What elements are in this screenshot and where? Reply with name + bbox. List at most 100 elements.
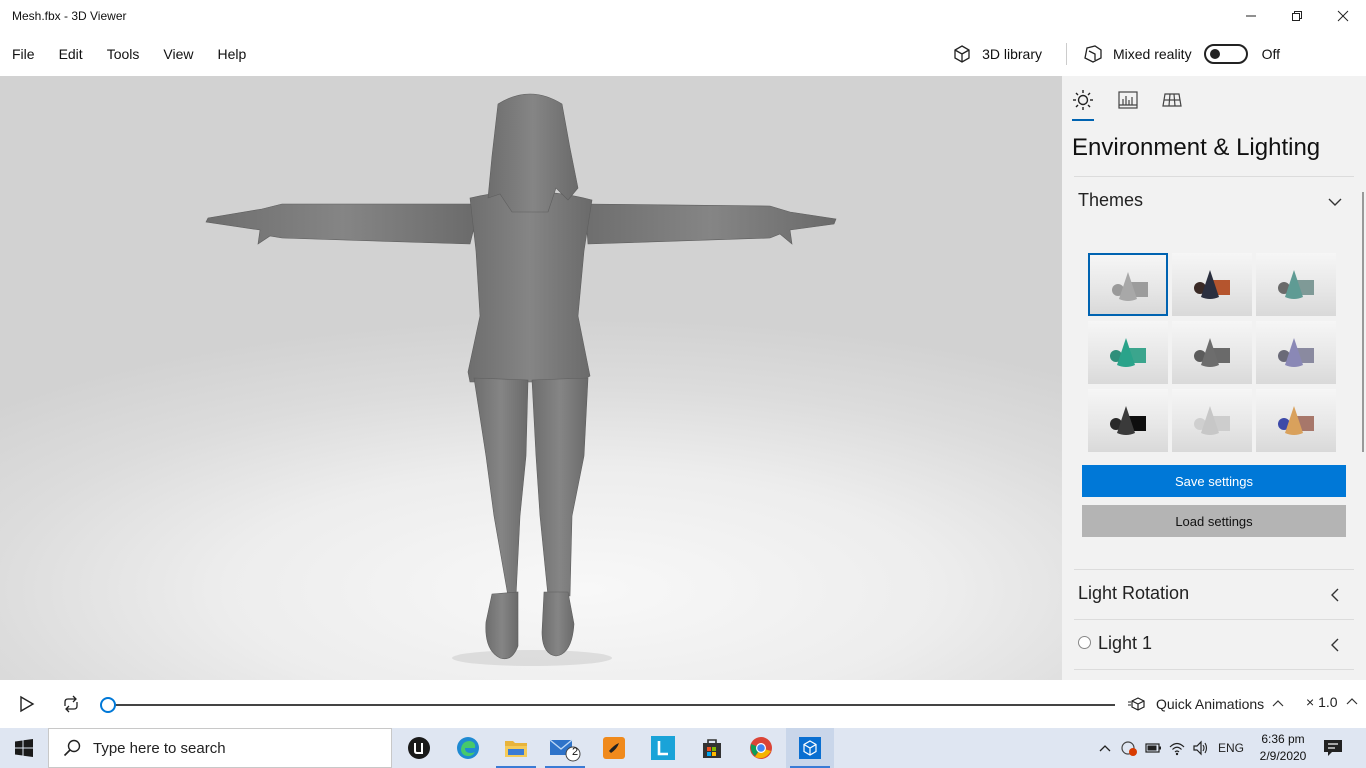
timeline-thumb[interactable] [100, 697, 116, 713]
3d-library-label: 3D library [982, 46, 1042, 62]
theme-option[interactable] [1088, 321, 1168, 384]
chrome-logo-icon [750, 737, 772, 759]
theme-option[interactable] [1088, 389, 1168, 452]
sun-icon [1073, 90, 1093, 110]
theme-option[interactable] [1256, 253, 1336, 316]
light1-radio[interactable] [1078, 636, 1091, 649]
3d-viewer-app[interactable] [786, 728, 834, 768]
mail-app[interactable]: 2 [541, 728, 589, 768]
file-explorer-app[interactable] [492, 728, 540, 768]
loop-icon[interactable] [61, 694, 81, 714]
chevron-left-icon[interactable] [1327, 637, 1343, 653]
edge-logo-icon [457, 737, 479, 759]
action-center-button[interactable] [1310, 728, 1356, 768]
taskbar-search[interactable]: Type here to search [48, 728, 392, 768]
taskbar-clock[interactable]: 6:36 pm 2/9/2020 [1258, 731, 1308, 765]
divider [1074, 569, 1354, 570]
menu-file[interactable]: File [0, 32, 47, 76]
chevron-up-icon [1346, 698, 1357, 705]
theme-option[interactable] [1088, 253, 1168, 316]
theme-option[interactable] [1172, 253, 1252, 316]
theme-thumbnail [1110, 406, 1146, 435]
theme-option[interactable] [1256, 389, 1336, 452]
light-rotation-header[interactable]: Light Rotation [1078, 583, 1189, 604]
volume-icon[interactable] [1192, 739, 1210, 757]
battery-icon[interactable] [1144, 739, 1162, 757]
mail-badge: 2 [572, 746, 579, 758]
store-app[interactable] [688, 728, 736, 768]
launcher-app[interactable] [639, 728, 687, 768]
menu-help[interactable]: Help [205, 32, 258, 76]
active-tab-indicator [1072, 119, 1094, 121]
load-settings-button[interactable]: Load settings [1082, 505, 1346, 537]
edge-app[interactable] [444, 728, 492, 768]
search-icon [63, 739, 81, 757]
minimize-icon [1246, 15, 1256, 17]
menu-bar: File Edit Tools View Help 3D library Mix… [0, 32, 1366, 76]
speed-selector[interactable]: × 1.0 [1306, 694, 1358, 710]
start-button[interactable] [0, 728, 48, 768]
theme-thumbnail [1278, 406, 1314, 435]
notification-icon [1324, 740, 1342, 756]
mixed-reality-label: Mixed reality [1112, 46, 1192, 62]
wifi-icon[interactable] [1168, 739, 1186, 757]
language-indicator[interactable]: ENG [1218, 741, 1244, 755]
mixed-reality-button[interactable]: Mixed reality [1083, 44, 1192, 64]
menu-view[interactable]: View [151, 32, 205, 76]
themes-header[interactable]: Themes [1078, 190, 1143, 211]
theme-option[interactable] [1256, 321, 1336, 384]
security-alert-icon[interactable] [1120, 739, 1138, 757]
close-button[interactable] [1320, 0, 1366, 32]
l-logo-icon [651, 736, 675, 760]
chevron-left-icon[interactable] [1327, 587, 1343, 603]
3d-model[interactable] [0, 76, 1062, 680]
taskbar: Type here to search 2 ENG 6:36 pm 2/9/20… [0, 728, 1366, 768]
animation-bar: Quick Animations × 1.0 [0, 680, 1366, 728]
tab-grid-views[interactable] [1160, 88, 1184, 112]
search-placeholder: Type here to search [93, 739, 226, 757]
3d-viewport[interactable] [0, 76, 1062, 680]
divider [1074, 619, 1354, 620]
light1-header[interactable]: Light 1 [1098, 633, 1152, 654]
speed-label: × 1.0 [1306, 694, 1338, 710]
stats-icon [1118, 91, 1138, 109]
theme-option[interactable] [1172, 389, 1252, 452]
chrome-app[interactable] [737, 728, 785, 768]
restore-button[interactable] [1274, 0, 1320, 32]
clock-date: 2/9/2020 [1259, 749, 1307, 763]
unreal-logo-icon [408, 737, 430, 759]
folder-icon [505, 741, 527, 757]
quick-animations-button[interactable]: Quick Animations [1128, 694, 1292, 714]
chevron-down-icon[interactable] [1327, 194, 1343, 210]
unreal-engine-app[interactable] [395, 728, 443, 768]
character-figure [205, 93, 837, 660]
panel-scrollbar[interactable] [1362, 192, 1364, 452]
mixed-reality-toggle[interactable] [1203, 44, 1248, 64]
paint-icon [603, 737, 625, 759]
paint-app[interactable] [590, 728, 638, 768]
floor-shadow [452, 650, 612, 666]
save-settings-button[interactable]: Save settings [1082, 465, 1346, 497]
system-tray: ENG [1098, 728, 1254, 768]
animation-timeline[interactable] [108, 704, 1115, 706]
theme-thumbnail [1194, 270, 1230, 299]
play-icon[interactable] [16, 694, 36, 714]
theme-option[interactable] [1172, 321, 1252, 384]
window-title: Mesh.fbx - 3D Viewer [12, 9, 127, 23]
menu-edit[interactable]: Edit [47, 32, 95, 76]
menu-tools[interactable]: Tools [95, 32, 152, 76]
minimize-button[interactable] [1228, 0, 1274, 32]
chevron-up-icon[interactable] [1098, 741, 1112, 755]
tab-stats-shading[interactable] [1116, 88, 1140, 112]
windows-logo-icon [15, 739, 33, 757]
close-icon [1337, 10, 1349, 22]
title-bar: Mesh.fbx - 3D Viewer [0, 0, 1366, 32]
theme-thumbnail [1278, 338, 1314, 367]
tab-environment-lighting[interactable] [1071, 88, 1095, 112]
quick-animations-icon [1128, 697, 1145, 711]
theme-thumbnail [1110, 338, 1146, 367]
grid-icon [1162, 93, 1182, 107]
shopping-bag-icon [703, 739, 721, 758]
3d-library-button[interactable]: 3D library [952, 44, 1066, 64]
panel-title: Environment & Lighting [1072, 134, 1321, 161]
